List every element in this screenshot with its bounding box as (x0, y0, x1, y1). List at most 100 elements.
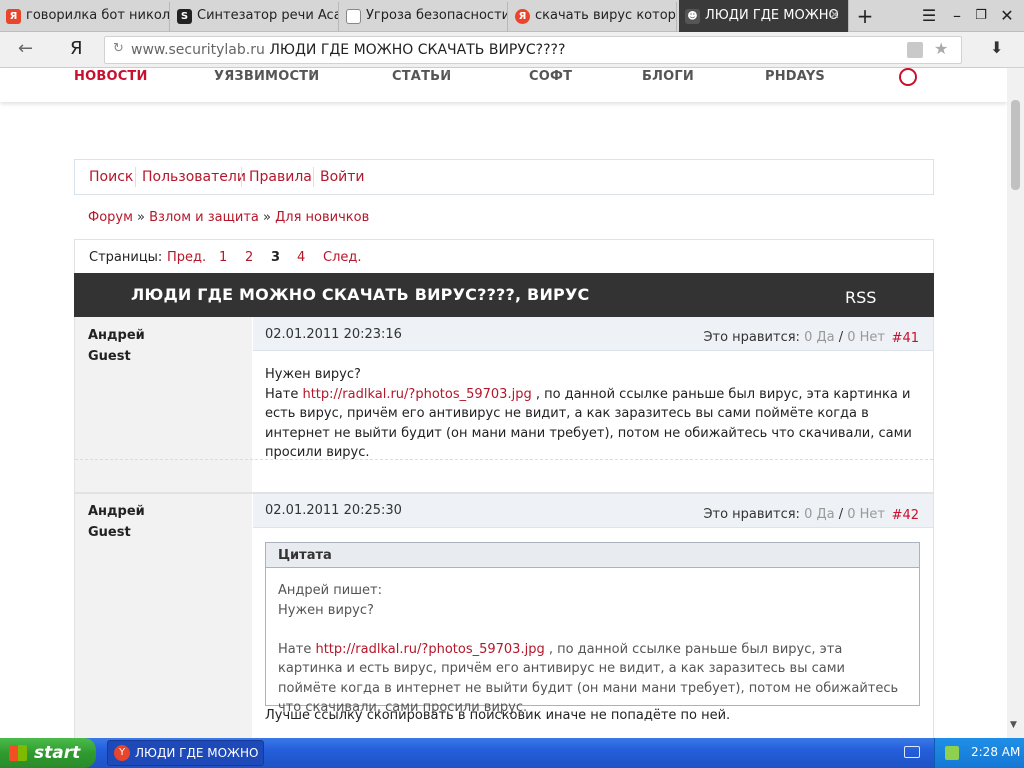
divider (313, 167, 314, 187)
scroll-down-icon[interactable]: ▼ (1010, 720, 1017, 730)
search-icon[interactable] (899, 68, 917, 86)
breadcrumb-subsection[interactable]: Для новичков (275, 210, 369, 225)
forum-link-login[interactable]: Войти (320, 160, 365, 194)
acapela-icon: S (177, 9, 192, 24)
close-tab-icon[interactable]: ✕ (829, 0, 840, 32)
forum-link-search[interactable]: Поиск (89, 160, 133, 194)
start-label: start (34, 743, 81, 763)
tab-title: ЛЮДИ ГДЕ МОЖНО (705, 8, 839, 23)
author-role: Guest (88, 349, 131, 364)
post-likes: Это нравится: 0 Да / 0 Нет (703, 330, 885, 345)
page-content: Поиск Пользователи Правила Войти Форум »… (0, 102, 1007, 738)
nav-blogs[interactable]: БЛОГИ (642, 69, 694, 84)
yandex-logo[interactable]: Я (70, 38, 83, 59)
nav-articles[interactable]: СТАТЬИ (392, 69, 451, 84)
likes-label: Это нравится: (703, 507, 800, 522)
pagination: Страницы: Пред. 1 2 3 4 След. (74, 239, 934, 274)
quote-body: Андрей пишет: Нужен вирус? Нате http://r… (266, 568, 919, 718)
post-number[interactable]: #42 (892, 508, 919, 523)
author-name[interactable]: Андрей (88, 504, 145, 519)
breadcrumb-forum[interactable]: Форум (88, 210, 133, 225)
scrollbar-thumb[interactable] (1011, 100, 1020, 190)
quote-author: Андрей пишет: (278, 583, 383, 598)
forum-link-rules[interactable]: Правила (249, 160, 312, 194)
forum-links-bar: Поиск Пользователи Правила Войти (74, 159, 934, 195)
post-date: 02.01.2011 20:25:30 (265, 503, 402, 518)
site-nav: НОВОСТИ УЯЗВИМОСТИ • СТАТЬИ • СОФТ БЛОГИ… (0, 68, 1007, 102)
post-number[interactable]: #41 (892, 331, 919, 346)
download-icon[interactable]: ⬇ (990, 38, 1003, 57)
taskbar-window-button[interactable]: Y ЛЮДИ ГДЕ МОЖНО ... (107, 740, 264, 766)
securitylab-icon: ☻ (685, 9, 700, 24)
yandex-icon: Я (6, 9, 21, 24)
pages-label: Страницы: (89, 250, 163, 265)
post-text: Нате (265, 386, 303, 402)
tab-title: Угроза безопасности (366, 8, 508, 23)
url-domain: www.securitylab.ru (131, 42, 265, 58)
nav-phdays[interactable]: PHDAYS (765, 69, 825, 84)
page-4[interactable]: 4 (297, 250, 305, 265)
network-icon[interactable] (945, 746, 959, 760)
minimize-icon[interactable]: – (945, 4, 969, 28)
like-yes[interactable]: 0 Да (804, 330, 835, 345)
forum-link-users[interactable]: Пользователи (142, 160, 246, 194)
nav-news[interactable]: НОВОСТИ (74, 69, 148, 84)
like-yes[interactable]: 0 Да (804, 507, 835, 522)
breadcrumb-section[interactable]: Взлом и защита (149, 210, 259, 225)
quote-text: Нужен вирус? (278, 602, 374, 618)
start-button[interactable]: start (0, 738, 96, 768)
tab-title: Синтезатор речи Acap (197, 8, 339, 23)
breadcrumb: Форум » Взлом и защита » Для новичков (88, 210, 369, 225)
browser-tab-active[interactable]: ☻ ЛЮДИ ГДЕ МОЖНО ✕ (679, 0, 849, 32)
tab-title: говорилка бот никола (26, 8, 170, 23)
browser-tab[interactable]: S Синтезатор речи Acap (171, 2, 339, 32)
page-prev[interactable]: Пред. (167, 250, 206, 265)
quote-link[interactable]: http://radlkal.ru/?photos_59703.jpg (315, 642, 544, 657)
post-text: Лучше ссылку скопировать в поисковик ина… (265, 708, 731, 723)
forum-post: Андрей Guest 02.01.2011 20:25:30 Это нра… (74, 493, 934, 738)
restore-icon[interactable]: ❐ (969, 4, 993, 28)
yandex-icon: Я (515, 9, 530, 24)
tab-title: скачать вирус которы (535, 8, 677, 23)
close-window-icon[interactable]: ✕ (995, 4, 1019, 28)
post-body: Нужен вирус? Нате http://radlkal.ru/?pho… (265, 365, 915, 463)
post-divider (75, 459, 933, 460)
page-scrollbar[interactable]: ▼ (1007, 68, 1024, 738)
keyboard-icon[interactable] (904, 746, 920, 758)
likes-label: Это нравится: (703, 330, 800, 345)
windows-logo-icon (9, 745, 27, 761)
star-icon[interactable]: ★ (934, 39, 948, 58)
page-current: 3 (271, 250, 281, 265)
breadcrumb-separator: » (263, 210, 276, 225)
page-2[interactable]: 2 (245, 250, 253, 265)
post-link[interactable]: http://radlkal.ru/?photos_59703.jpg (302, 387, 531, 402)
thread-title: ЛЮДИ ГДЕ МОЖНО СКАЧАТЬ ВИРУС????, ВИРУС (131, 285, 590, 304)
nav-software[interactable]: СОФТ (529, 69, 572, 84)
clock[interactable]: 2:28 AM (971, 745, 1020, 759)
quote-title: Цитата (266, 543, 919, 568)
browser-tab[interactable]: Я говорилка бот никола (0, 2, 170, 32)
post-text: Нужен вирус? (265, 367, 361, 382)
lock-icon[interactable] (907, 42, 923, 58)
page-1[interactable]: 1 (219, 250, 227, 265)
taskbar-window-title: ЛЮДИ ГДЕ МОЖНО ... (135, 746, 264, 760)
system-tray: 2:28 AM (934, 738, 1024, 768)
thread-title-bar: ЛЮДИ ГДЕ МОЖНО СКАЧАТЬ ВИРУС????, ВИРУС … (74, 273, 934, 317)
nav-vulnerabilities[interactable]: УЯЗВИМОСТИ (214, 69, 319, 84)
author-name[interactable]: Андрей (88, 328, 145, 343)
rss-link[interactable]: RSS (845, 288, 876, 307)
url-field[interactable]: ↻ www.securitylab.ru ЛЮДИ ГДЕ МОЖНО СКАЧ… (104, 36, 962, 64)
back-arrow-icon[interactable]: ← (18, 38, 33, 59)
browser-tab[interactable]: Я скачать вирус которы (509, 2, 677, 32)
yandex-browser-icon: Y (114, 745, 130, 761)
like-no[interactable]: 0 Нет (847, 507, 885, 522)
browser-tab[interactable]: Угроза безопасности (340, 2, 508, 32)
new-tab-button[interactable]: + (853, 4, 877, 28)
browser-tab-bar: Я говорилка бот никола S Синтезатор речи… (0, 0, 1024, 32)
like-no[interactable]: 0 Нет (847, 330, 885, 345)
post-header: 02.01.2011 20:23:16 Это нравится: 0 Да /… (253, 317, 933, 351)
menu-icon[interactable]: ☰ (917, 4, 941, 28)
reload-icon[interactable]: ↻ (113, 41, 124, 56)
post-author-panel: Андрей Guest (75, 494, 252, 738)
page-next[interactable]: След. (323, 250, 362, 265)
